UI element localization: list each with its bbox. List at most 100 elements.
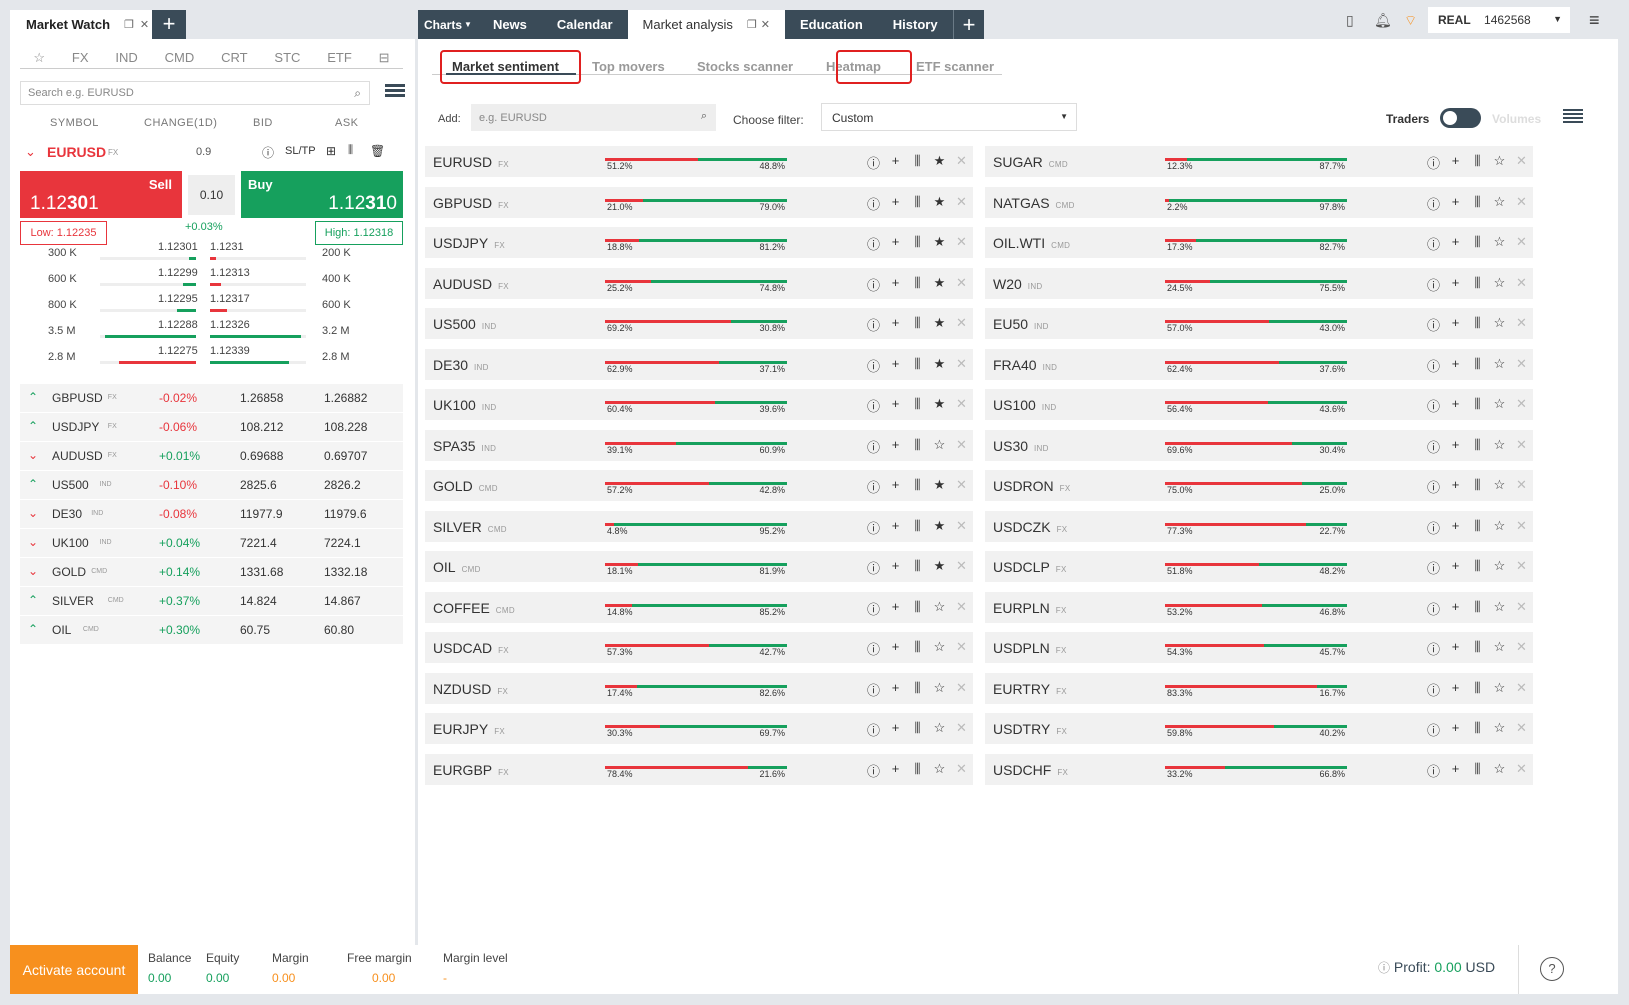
add-icon[interactable]: + <box>889 720 902 739</box>
chart-icon[interactable]: ⫼ <box>911 234 924 253</box>
sentiment-row[interactable]: FRA40 IND 62.4% 37.6% ⓘ + ⫼ ☆ ✕ <box>985 348 1533 380</box>
close-icon[interactable]: ✕ <box>955 396 968 415</box>
star-icon[interactable]: ☆ <box>1493 558 1506 577</box>
info-icon[interactable]: ⓘ <box>867 315 880 334</box>
chart-icon[interactable]: ⫼ <box>1471 275 1484 294</box>
add-icon[interactable]: + <box>1449 639 1462 658</box>
star-icon[interactable]: ☆ <box>933 437 946 456</box>
info-icon[interactable]: ⓘ <box>867 761 880 780</box>
info-icon[interactable]: ⓘ <box>867 518 880 537</box>
instrument-row[interactable]: ⌄ UK100 IND +0.04% 7221.4 7224.1 <box>20 529 403 557</box>
add-icon[interactable]: + <box>889 396 902 415</box>
sentiment-row[interactable]: USDRON FX 75.0% 25.0% ⓘ + ⫼ ☆ ✕ <box>985 470 1533 501</box>
close-icon[interactable]: ✕ <box>955 761 968 780</box>
sell-button[interactable]: Sell 1.12301 <box>20 171 182 218</box>
close-icon[interactable]: ✕ <box>955 558 968 577</box>
sentiment-row[interactable]: EURUSD FX 51.2% 48.8% ⓘ + ⫼ ★ ✕ <box>425 146 973 177</box>
chart-icon[interactable]: ⫼ <box>348 144 353 157</box>
chart-icon[interactable]: ⫼ <box>911 315 924 334</box>
close-icon[interactable]: ✕ <box>955 234 968 253</box>
sentiment-row[interactable]: USDCZK FX 77.3% 22.7% ⓘ + ⫼ ☆ ✕ <box>985 510 1533 542</box>
sentiment-row[interactable]: US500 IND 69.2% 30.8% ⓘ + ⫼ ★ ✕ <box>425 308 973 339</box>
ask[interactable]: 11979.6 <box>324 507 367 521</box>
add-icon[interactable]: ⊞ <box>326 144 336 158</box>
add-icon[interactable]: + <box>1449 437 1462 456</box>
close-icon[interactable]: ✕ <box>955 437 968 456</box>
add-icon[interactable]: + <box>889 761 902 780</box>
ask[interactable]: 2826.2 <box>324 478 361 492</box>
star-icon[interactable]: ☆ <box>933 680 946 699</box>
chevron-down-icon[interactable]: ⌄ <box>28 506 38 520</box>
sentiment-row[interactable]: EURJPY FX 30.3% 69.7% ⓘ + ⫼ ☆ ✕ <box>425 713 973 744</box>
info-icon[interactable]: ⓘ <box>1427 315 1440 334</box>
info-icon[interactable]: ⓘ <box>867 639 880 658</box>
sentiment-row[interactable]: NZDUSD FX 17.4% 82.6% ⓘ + ⫼ ☆ ✕ <box>425 672 973 704</box>
add-icon[interactable]: + <box>1449 599 1462 618</box>
instrument-row[interactable]: ⌄ DE30 IND -0.08% 11977.9 11979.6 <box>20 500 403 528</box>
star-filled-icon[interactable]: ★ <box>933 558 946 577</box>
info-icon[interactable]: ⓘ <box>867 680 880 699</box>
chevron-up-icon[interactable]: ⌃ <box>28 593 38 607</box>
chart-icon[interactable]: ⫼ <box>911 477 924 496</box>
ask[interactable]: 108.228 <box>324 420 367 434</box>
chart-icon[interactable]: ⫼ <box>1471 680 1484 699</box>
sentiment-row[interactable]: SPA35 IND 39.1% 60.9% ⓘ + ⫼ ☆ ✕ <box>425 429 973 461</box>
sentiment-row[interactable]: USDCLP FX 51.8% 48.2% ⓘ + ⫼ ☆ ✕ <box>985 551 1533 582</box>
close-icon[interactable]: ✕ <box>1515 315 1528 334</box>
sentiment-row[interactable]: EU50 IND 57.0% 43.0% ⓘ + ⫼ ☆ ✕ <box>985 308 1533 339</box>
sentiment-row[interactable]: W20 IND 24.5% 75.5% ⓘ + ⫼ ☆ ✕ <box>985 267 1533 299</box>
close-icon[interactable]: ✕ <box>1515 194 1528 213</box>
sentiment-row[interactable]: US30 IND 69.6% 30.4% ⓘ + ⫼ ☆ ✕ <box>985 429 1533 461</box>
tab-calendar[interactable]: Calendar <box>541 10 628 39</box>
ask[interactable]: 1332.18 <box>324 565 367 579</box>
category-tab[interactable]: ☆ <box>33 50 45 66</box>
subtab-top-movers[interactable]: Top movers <box>592 59 665 74</box>
chart-icon[interactable]: ⫼ <box>1471 599 1484 618</box>
add-icon[interactable]: + <box>889 275 902 294</box>
instrument-row[interactable]: ⌄ AUDUSD FX +0.01% 0.69688 0.69707 <box>20 442 403 470</box>
bid[interactable]: 0.69688 <box>240 449 283 463</box>
chart-icon[interactable]: ⫼ <box>911 194 924 213</box>
chevron-up-icon[interactable]: ⌃ <box>28 390 38 404</box>
lot-size[interactable]: 0.10 <box>188 175 235 215</box>
star-filled-icon[interactable]: ★ <box>933 396 946 415</box>
add-icon[interactable]: + <box>1449 396 1462 415</box>
chevron-down-icon[interactable]: ⌄ <box>28 448 38 462</box>
add-icon[interactable]: + <box>889 437 902 456</box>
close-icon[interactable]: ✕ <box>140 18 149 31</box>
add-icon[interactable]: + <box>889 356 902 375</box>
sentiment-row[interactable]: USDCHF FX 33.2% 66.8% ⓘ + ⫼ ☆ ✕ <box>985 753 1533 785</box>
bell-icon[interactable]: 🔔︎ <box>1374 12 1392 29</box>
inbox-icon[interactable]: ⊟ <box>379 50 390 66</box>
info-icon[interactable]: ⓘ <box>1427 518 1440 537</box>
info-icon[interactable]: ⓘ <box>1427 194 1440 213</box>
instrument-row[interactable]: ⌃ USDJPY FX -0.06% 108.212 108.228 <box>20 413 403 441</box>
star-filled-icon[interactable]: ★ <box>933 518 946 537</box>
add-icon[interactable]: + <box>1449 315 1462 334</box>
ask[interactable]: 60.80 <box>324 623 354 637</box>
add-icon[interactable]: + <box>889 477 902 496</box>
chevron-down-icon[interactable]: ⌄ <box>28 535 38 549</box>
chevron-up-icon[interactable]: ⌃ <box>28 419 38 433</box>
sentiment-row[interactable]: USDPLN FX 54.3% 45.7% ⓘ + ⫼ ☆ ✕ <box>985 632 1533 663</box>
star-filled-icon[interactable]: ★ <box>933 315 946 334</box>
category-tab[interactable]: CMD <box>165 50 195 65</box>
add-icon[interactable]: + <box>889 639 902 658</box>
category-tab[interactable]: STC <box>274 50 300 65</box>
ask[interactable]: 14.867 <box>324 594 361 608</box>
category-tab[interactable]: FX <box>72 50 89 65</box>
help-icon[interactable]: ? <box>1540 957 1564 981</box>
info-icon[interactable]: ⓘ <box>867 356 880 375</box>
tab-charts[interactable]: Charts ▼ <box>418 10 478 39</box>
star-filled-icon[interactable]: ★ <box>933 194 946 213</box>
star-icon[interactable]: ☆ <box>1493 720 1506 739</box>
col-symbol[interactable]: SYMBOL <box>50 117 99 129</box>
info-icon[interactable]: ⓘ <box>867 153 880 172</box>
chart-icon[interactable]: ⫼ <box>911 599 924 618</box>
close-icon[interactable]: ✕ <box>955 477 968 496</box>
ask[interactable]: 1.26882 <box>324 391 367 405</box>
add-icon[interactable]: + <box>1449 518 1462 537</box>
activate-account-button[interactable]: Activate account <box>10 945 138 994</box>
add-icon[interactable]: + <box>1449 275 1462 294</box>
star-icon[interactable]: ☆ <box>1493 680 1506 699</box>
